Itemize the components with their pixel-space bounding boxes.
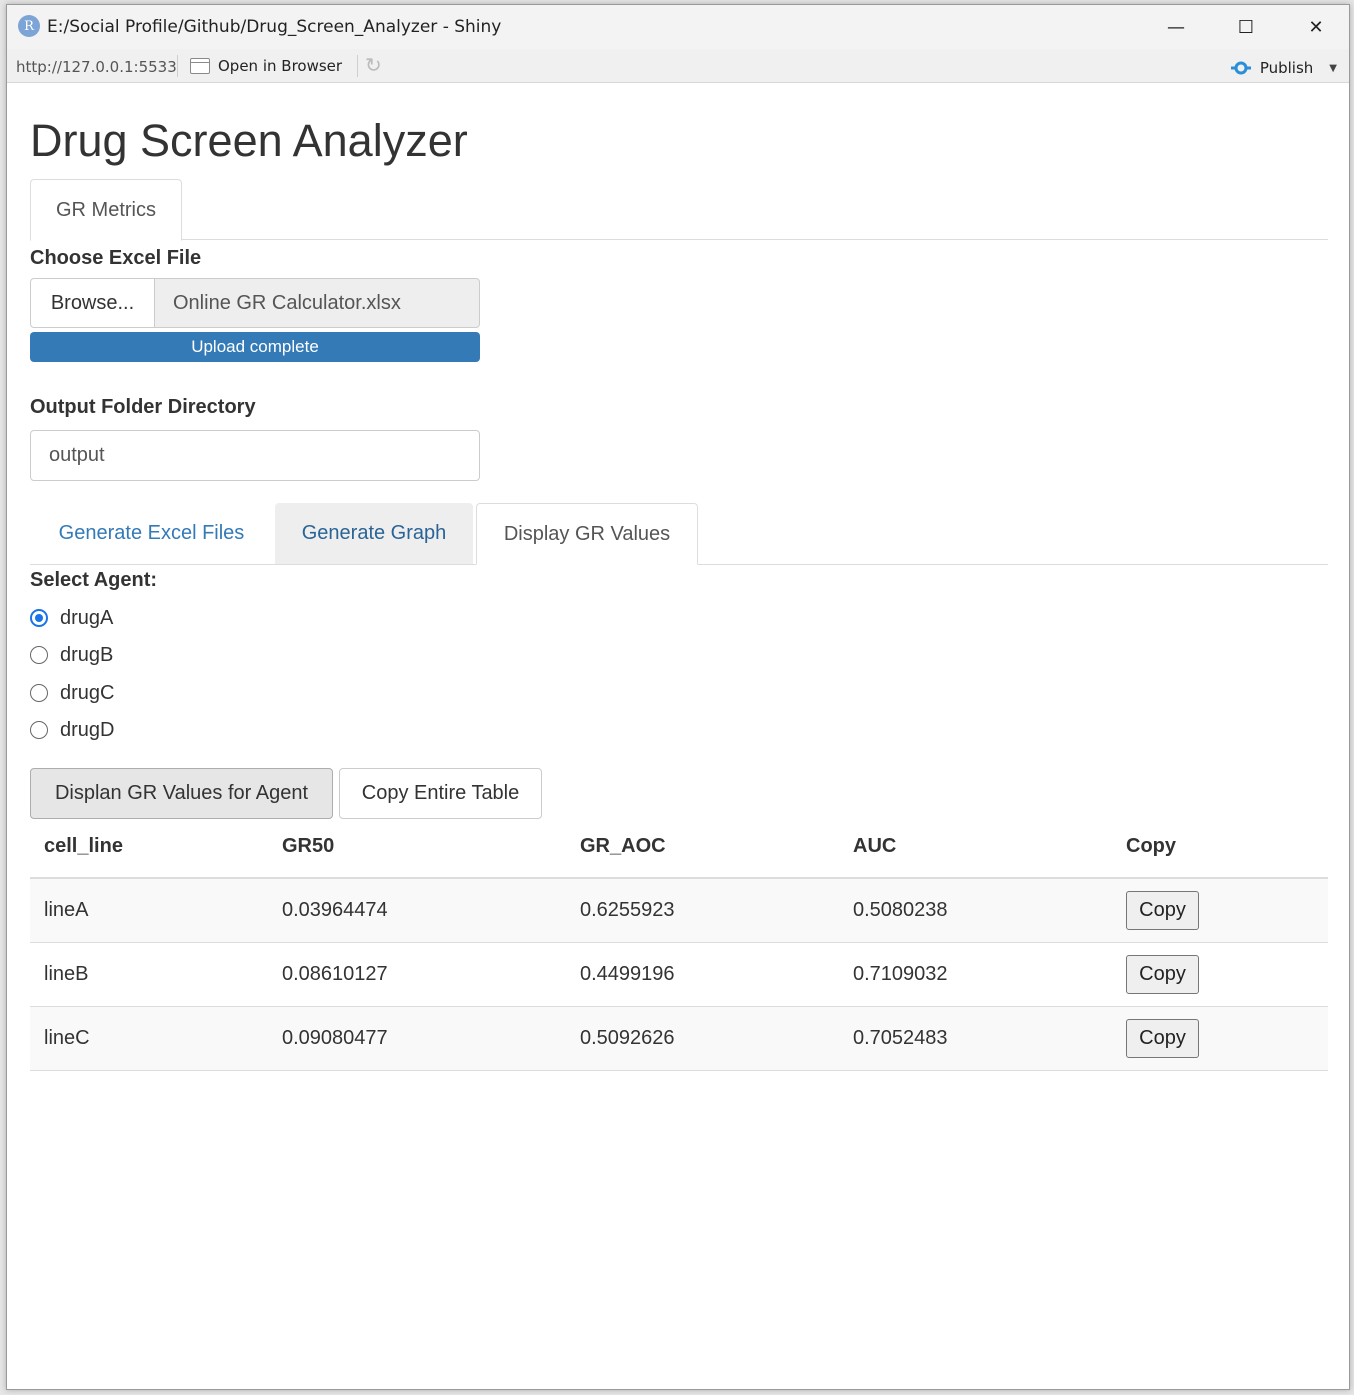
agent-option-label: drugA	[60, 606, 114, 629]
radio-button[interactable]	[30, 684, 48, 702]
gr50-cell: 0.08610127	[268, 942, 566, 1007]
copy-row-button[interactable]: Copy	[1126, 890, 1199, 930]
file-input-group: Browse... Online GR Calculator.xlsx	[30, 278, 480, 328]
copy-cell: Copy	[1112, 878, 1328, 943]
column-header-copy: Copy	[1112, 816, 1328, 879]
agent-option-drugc[interactable]: drugC	[30, 681, 114, 705]
gr50-cell: 0.03964474	[268, 878, 566, 943]
upload-progress-fill: Upload complete	[30, 332, 480, 362]
publish-icon	[1230, 61, 1251, 75]
open-in-browser-button[interactable]: Open in Browser	[190, 57, 342, 75]
output-dir-input[interactable]: output	[30, 430, 480, 481]
agent-option-label: drugC	[60, 681, 115, 704]
gr-values-table: cell_line GR50 GR_AOC AUC Copy lineA 0.0…	[30, 816, 1328, 1071]
browse-button[interactable]: Browse...	[30, 278, 155, 328]
radio-button[interactable]	[30, 609, 48, 627]
tab-generate-graph[interactable]: Generate Graph	[275, 503, 473, 564]
url-text: http://127.0.0.1:5533	[16, 58, 177, 76]
output-dir-label: Output Folder Directory	[30, 396, 256, 418]
column-header-gr-aoc: GR_AOC	[566, 816, 839, 879]
minimize-button[interactable]: —	[1141, 5, 1211, 49]
browser-window-icon	[190, 58, 210, 74]
gr-aoc-cell: 0.4499196	[566, 942, 839, 1007]
column-header-cell-line: cell_line	[30, 816, 268, 879]
agent-option-label: drugB	[60, 643, 114, 666]
copy-row-button[interactable]: Copy	[1126, 954, 1199, 994]
file-name-field: Online GR Calculator.xlsx	[155, 278, 480, 328]
tab-generate-excel-files[interactable]: Generate Excel Files	[30, 503, 273, 564]
table-row: lineC 0.09080477 0.5092626 0.7052483 Cop…	[30, 1006, 1328, 1071]
cell-line-cell: lineA	[30, 878, 268, 943]
chevron-down-icon[interactable]: ▼	[1329, 63, 1337, 74]
refresh-icon[interactable]: ↻	[365, 53, 382, 77]
app-content: Drug Screen Analyzer GR Metrics Choose E…	[7, 83, 1349, 1389]
r-logo-icon: R	[18, 15, 40, 37]
publish-label: Publish	[1259, 59, 1314, 77]
copy-entire-table-button[interactable]: Copy Entire Table	[339, 768, 542, 819]
main-tabset: GR Metrics	[30, 179, 1328, 241]
toolbar-divider	[177, 55, 178, 77]
auc-cell: 0.5080238	[839, 878, 1112, 943]
upload-progress-bar: Upload complete	[30, 332, 480, 362]
copy-cell: Copy	[1112, 1006, 1328, 1071]
page-title: Drug Screen Analyzer	[30, 115, 468, 166]
table-row: lineA 0.03964474 0.6255923 0.5080238 Cop…	[30, 878, 1328, 943]
window-title: E:/Social Profile/Github/Drug_Screen_Ana…	[47, 17, 502, 37]
tab-display-gr-values[interactable]: Display GR Values	[476, 503, 698, 565]
cell-line-cell: lineC	[30, 1006, 268, 1071]
open-in-browser-label: Open in Browser	[218, 57, 343, 75]
agent-option-drugb[interactable]: drugB	[30, 643, 113, 667]
agent-option-drugd[interactable]: drugD	[30, 718, 114, 742]
maximize-button[interactable]: ☐	[1211, 5, 1281, 49]
close-button[interactable]: ✕	[1281, 5, 1349, 49]
cell-line-cell: lineB	[30, 942, 268, 1007]
copy-cell: Copy	[1112, 942, 1328, 1007]
gr-aoc-cell: 0.5092626	[566, 1006, 839, 1071]
viewer-toolbar: http://127.0.0.1:5533 Open in Browser ↻ …	[7, 49, 1349, 83]
title-bar: R E:/Social Profile/Github/Drug_Screen_A…	[7, 5, 1349, 49]
radio-button[interactable]	[30, 646, 48, 664]
table-header-row: cell_line GR50 GR_AOC AUC Copy	[30, 816, 1328, 879]
table-row: lineB 0.08610127 0.4499196 0.7109032 Cop…	[30, 942, 1328, 1007]
gr50-cell: 0.09080477	[268, 1006, 566, 1071]
toolbar-divider	[357, 55, 358, 77]
column-header-auc: AUC	[839, 816, 1112, 879]
tab-gr-metrics[interactable]: GR Metrics	[30, 179, 182, 241]
file-input-label: Choose Excel File	[30, 247, 202, 269]
display-gr-values-button[interactable]: Displan GR Values for Agent	[30, 768, 333, 819]
agent-option-label: drugD	[60, 718, 115, 741]
column-header-gr50: GR50	[268, 816, 566, 879]
auc-cell: 0.7109032	[839, 942, 1112, 1007]
agent-option-druga[interactable]: drugA	[30, 606, 113, 630]
publish-button[interactable]: Publish ▼	[1230, 57, 1337, 79]
app-window: R E:/Social Profile/Github/Drug_Screen_A…	[6, 4, 1350, 1390]
select-agent-label: Select Agent:	[30, 569, 158, 591]
action-tabset: Generate Excel Files Generate Graph Disp…	[30, 503, 1328, 565]
auc-cell: 0.7052483	[839, 1006, 1112, 1071]
gr-aoc-cell: 0.6255923	[566, 878, 839, 943]
copy-row-button[interactable]: Copy	[1126, 1018, 1199, 1058]
radio-button[interactable]	[30, 721, 48, 739]
